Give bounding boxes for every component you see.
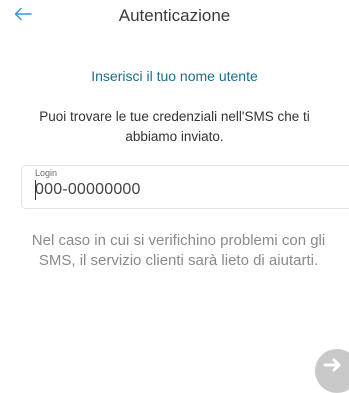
next-button[interactable]	[315, 349, 349, 393]
arrow-right-icon	[321, 353, 345, 382]
info-text: Puoi trovare le tue credenziali nell'SMS…	[39, 109, 310, 144]
top-bar: Autenticazione	[0, 0, 349, 34]
page-title: Autenticazione	[118, 6, 231, 25]
subtitle: Inserisci il tuo nome utente	[91, 68, 258, 84]
login-field-label: Login	[35, 168, 58, 178]
help-text: Nel caso in cui si verifichino problemi …	[31, 232, 326, 269]
login-field[interactable]: Login 000-00000000	[21, 165, 349, 209]
login-input[interactable]: 000-00000000	[35, 181, 141, 199]
